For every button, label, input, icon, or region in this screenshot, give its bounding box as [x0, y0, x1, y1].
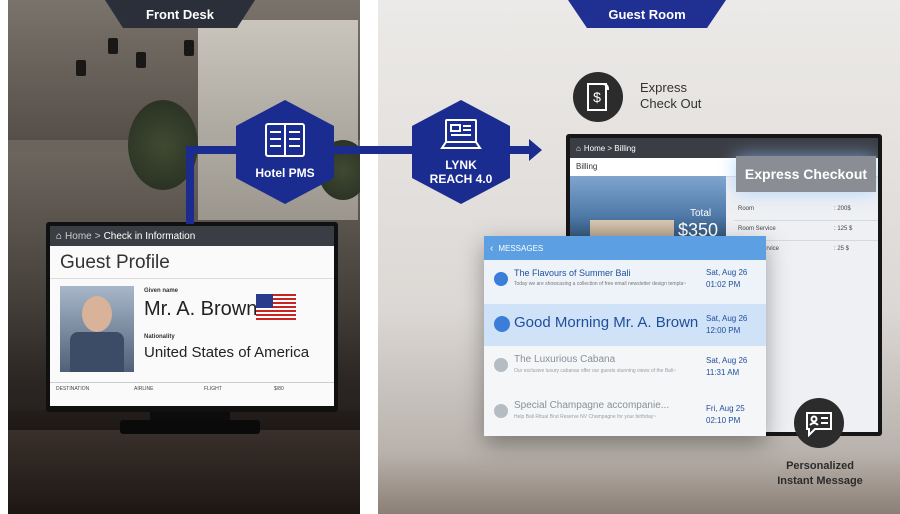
message-date: Sat, Aug 26: [706, 356, 748, 365]
message-line1: Personalized: [786, 460, 854, 472]
col-destination: DESTINATION: [56, 386, 90, 392]
chat-person-icon: [803, 409, 835, 438]
connector-vertical: [186, 146, 194, 224]
messages-title: MESSAGES: [498, 243, 544, 253]
express-checkout-icon-circle: $: [573, 72, 623, 122]
messages-panel: ‹ MESSAGES The Flavours of Summer Bali T…: [484, 236, 766, 436]
col-airline: AIRLINE: [134, 386, 154, 392]
flight-table-header: DESTINATION AIRLINE FLIGHT $/80: [56, 386, 328, 396]
mail-read-icon: [494, 358, 508, 372]
message-date: Sat, Aug 26: [706, 314, 748, 323]
given-name-value: Mr. A. Brown: [144, 298, 258, 320]
nationality-value: United States of America: [144, 344, 310, 361]
mail-icon: [494, 272, 508, 286]
breadcrumb-page: Check in Information: [103, 230, 196, 242]
laptop-icon: [440, 118, 482, 152]
billing-row-label-1: Room Service: [738, 226, 776, 232]
message-item-selected[interactable]: Good Morning Mr. A. Brown Sat, Aug 26 12…: [484, 304, 766, 346]
message-date: Fri, Aug 25: [706, 404, 745, 413]
billing-row-value-2: : 25 $: [834, 246, 850, 252]
page-title: Guest Profile: [60, 252, 170, 273]
monitor-stand: [150, 412, 230, 420]
us-flag-icon: [256, 294, 296, 320]
breadcrumb-home[interactable]: Home: [65, 231, 92, 242]
given-name-label: Given name: [144, 288, 179, 294]
billing-breadcrumb-text[interactable]: Home > Billing: [584, 144, 636, 153]
express-line2: Check Out: [640, 96, 702, 111]
billing-row-value-1: : 125 $: [834, 226, 853, 232]
message-line2: Instant Message: [777, 475, 863, 487]
message-preview: Today we are showcasing a collection of …: [514, 281, 687, 287]
front-desk-label: Front Desk: [146, 6, 214, 22]
message-item[interactable]: Special Champagne accompanie... Help Bal…: [484, 390, 766, 436]
message-title: The Luxurious Cabana: [514, 354, 616, 365]
billing-row-label-0: Room: [738, 206, 755, 212]
express-line1: Express: [640, 80, 687, 95]
message-title: Good Morning Mr. A. Brown: [514, 314, 699, 331]
home-icon[interactable]: ⌂: [56, 231, 62, 242]
mail-read-icon: [494, 404, 508, 418]
arrow-head: [529, 139, 542, 161]
message-preview: Our exclusive luxury cabanas offer our g…: [514, 368, 677, 374]
col-flight: FLIGHT: [204, 386, 222, 392]
breadcrumb: ⌂ Home > Check in Information: [50, 226, 334, 246]
svg-text:$: $: [593, 89, 601, 105]
message-item[interactable]: The Luxurious Cabana Our exclusive luxur…: [484, 346, 766, 390]
home-icon[interactable]: ⌂: [576, 144, 581, 153]
server-icon: [264, 122, 306, 158]
messages-header: ‹ MESSAGES: [484, 236, 766, 260]
billing-tab[interactable]: Billing: [576, 162, 597, 171]
message-preview: Help Bali Ritual Brut Reserve NV Champag…: [514, 414, 657, 420]
message-time: 02:10 PM: [706, 416, 741, 425]
breadcrumb-sep: >: [94, 230, 101, 242]
instant-message-icon-circle: [794, 398, 844, 448]
nationality-label: Nationality: [144, 334, 175, 340]
express-checkout-panel-title: Express Checkout: [736, 156, 876, 192]
lynk-label-line1: LYNK: [445, 158, 477, 172]
total-label: Total: [690, 208, 712, 219]
message-title: The Flavours of Summer Bali: [514, 268, 631, 278]
billing-row-value-0: : 200$: [834, 206, 851, 212]
lynk-label-line2: REACH 4.0: [429, 172, 493, 186]
message-title: Special Champagne accompanie...: [514, 400, 670, 411]
message-date: Sat, Aug 26: [706, 268, 748, 277]
front-desk-screen: ⌂ Home > Check in Information Guest Prof…: [50, 226, 334, 406]
monitor-base: [120, 420, 260, 434]
message-time: 11:31 AM: [706, 368, 740, 377]
receipt-dollar-icon: $: [584, 82, 612, 112]
front-desk-monitor: ⌂ Home > Check in Information Guest Prof…: [46, 222, 338, 412]
message-time: 12:00 PM: [706, 326, 741, 335]
guest-room-label: Guest Room: [608, 6, 686, 22]
guest-room-header: Guest Room: [568, 0, 726, 28]
hotel-pms-label: Hotel PMS: [255, 166, 315, 180]
message-time: 01:02 PM: [706, 280, 741, 289]
back-chevron-icon[interactable]: ‹: [490, 243, 493, 254]
front-desk-header: Front Desk: [105, 0, 255, 28]
message-item[interactable]: The Flavours of Summer Bali Today we are…: [484, 260, 766, 304]
billing-breadcrumb: ⌂ Home > Billing: [570, 138, 878, 158]
col-price: $/80: [274, 386, 284, 392]
guest-photo: [60, 286, 134, 372]
mail-icon: [494, 316, 510, 332]
